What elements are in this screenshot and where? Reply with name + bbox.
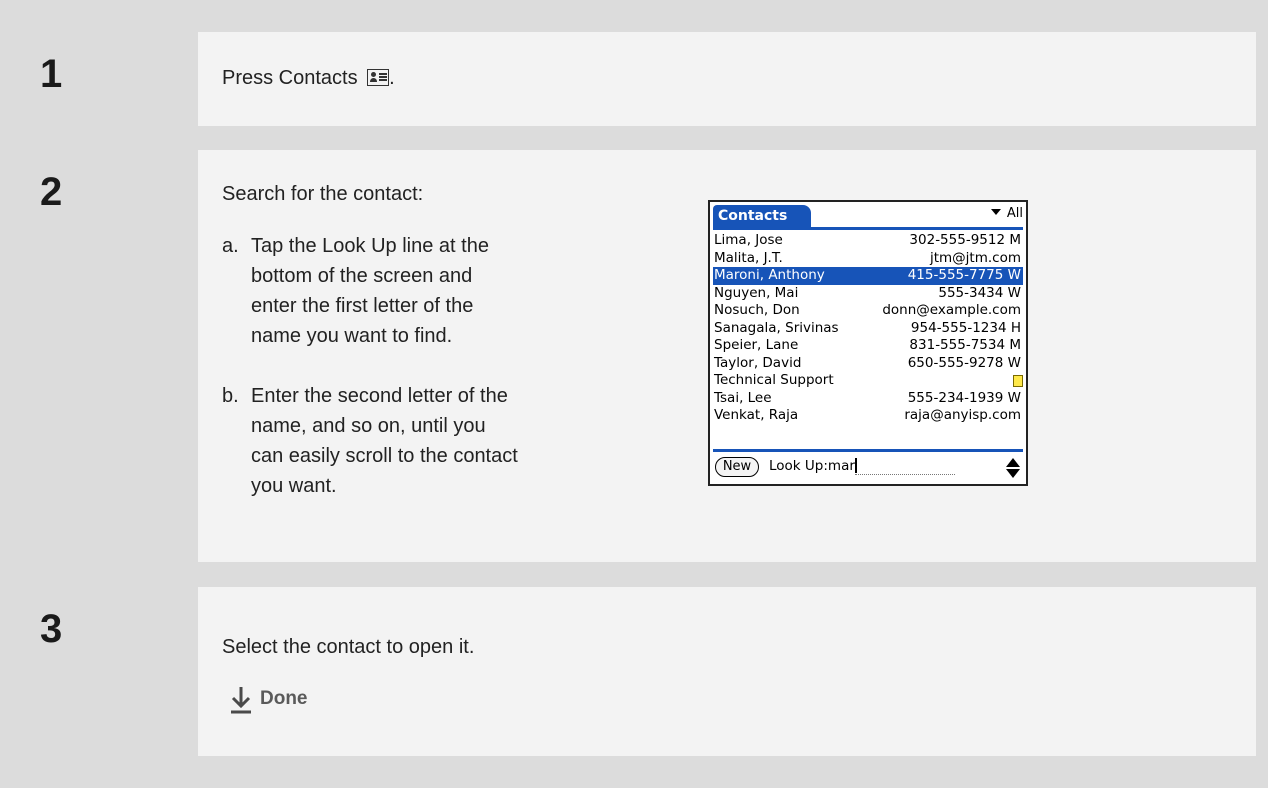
scroll-arrows[interactable] [1005,456,1021,480]
substep-a-label: a. [222,235,239,257]
contact-row[interactable]: Speier, Lane 831-555-7534 M [713,337,1023,355]
step-number-column: 1 [12,32,198,126]
lookup-field[interactable]: Look Up:mar [769,458,857,474]
lookup-label: Look Up: [769,458,828,474]
contacts-screenshot: Contacts All Lima, Jose 302-555-9512 M Mal… [708,200,1028,486]
contact-value: 302-555-9512 M [909,232,1021,248]
down-arrow-icon [231,687,251,714]
substep-a-line: bottom of the screen and [251,265,473,287]
scroll-down-icon[interactable] [1006,469,1020,478]
contact-row[interactable]: Nguyen, Mai 555-3434 W [713,285,1023,303]
category-picker[interactable]: All [990,206,1023,221]
step-body: Press Contacts . [198,32,1256,126]
step-number: 3 [40,607,63,651]
contact-row[interactable]: Technical Support [713,372,1023,390]
step-number: 2 [40,170,63,214]
contact-name: Technical Support [714,372,834,388]
dropdown-triangle-icon [990,209,1001,215]
substep-b-label: b. [222,385,239,407]
step-body: Search for the contact: a. Tap the Look … [198,150,1256,562]
step-2-intro: Search for the contact: [222,183,424,205]
step-1-text: Press Contacts . [222,64,395,92]
contacts-tab-title: Contacts [713,205,811,227]
lookup-underline [855,474,955,475]
contact-name: Taylor, David [714,354,802,371]
contact-value: 650-555-9278 W [907,354,1021,371]
contact-value: raja@anyisp.com [904,407,1021,423]
step-3: 3 Select the contact to open it. Done [12,587,1256,756]
contact-row[interactable]: Nosuch, Don donn@example.com [713,302,1023,320]
contact-row[interactable]: Lima, Jose 302-555-9512 M [713,232,1023,250]
new-button[interactable]: New [715,457,759,477]
contact-name: Sanagala, Srivinas [714,319,839,336]
step-1-text-after: . [389,67,395,89]
bottom-bar: New Look Up:mar [713,454,1023,482]
contact-row[interactable]: Sanagala, Srivinas 954-555-1234 H [713,320,1023,338]
contact-name: Nosuch, Don [714,302,800,318]
contact-name: Speier, Lane [714,337,799,353]
step-number-column: 2 [12,150,198,562]
contact-value: 954-555-1234 H [910,319,1021,336]
substep-b-line: name, and so on, until you [251,415,486,437]
contact-value: 555-234-1939 W [907,389,1021,406]
substep-b-line: Enter the second letter of the [251,385,508,407]
lookup-value: mar [827,458,855,474]
contact-value: jtm@jtm.com [929,249,1021,266]
contact-name: Maroni, Anthony [714,267,825,283]
contact-name: Venkat, Raja [714,407,799,423]
contact-name: Lima, Jose [714,232,783,248]
contact-row[interactable]: Maroni, Anthony 415-555-7775 W [713,267,1023,285]
substep-a-line: name you want to find. [251,325,453,347]
substep-b-line: you want. [251,475,337,497]
substep-b-line: can easily scroll to the contact [251,445,518,467]
step-body: Select the contact to open it. Done [198,587,1256,756]
done-label: Done [260,688,308,709]
step-2: 2 Search for the contact: a. Tap the Loo… [12,150,1256,562]
text-cursor [854,458,857,473]
contact-row[interactable]: Malita, J.T. jtm@jtm.com [713,250,1023,268]
contact-row[interactable]: Venkat, Raja raja@anyisp.com [713,407,1023,425]
contact-name: Nguyen, Mai [714,284,799,301]
substep-a-line: enter the first letter of the [251,295,474,317]
contact-value: 555-3434 W [938,284,1021,301]
contact-value: 415-555-7775 W [907,267,1021,283]
contact-name: Tsai, Lee [714,389,772,406]
bottom-rule [713,449,1023,452]
contact-row[interactable]: Tsai, Lee 555-234-1939 W [713,390,1023,408]
step-number: 1 [40,52,63,96]
step-1-text-before: Press Contacts [222,67,358,89]
step-number-column: 3 [12,587,198,756]
contact-name: Malita, J.T. [714,249,783,266]
note-icon[interactable] [1013,375,1023,387]
contact-value: 831-555-7534 M [909,337,1021,353]
contact-list: Lima, Jose 302-555-9512 M Malita, J.T. jtm@… [713,232,1023,425]
contacts-icon [367,69,390,86]
title-rule [713,227,1023,230]
substep-a-line: Tap the Look Up line at the [251,235,489,257]
scroll-up-icon[interactable] [1006,458,1020,467]
contact-row[interactable]: Taylor, David 650-555-9278 W [713,355,1023,373]
category-value: All [1006,206,1023,221]
contact-value: donn@example.com [882,302,1021,318]
title-bar: Contacts All [710,202,1026,228]
step-1: 1 Press Contacts . [12,32,1256,126]
step-3-text: Select the contact to open it. [222,636,475,658]
